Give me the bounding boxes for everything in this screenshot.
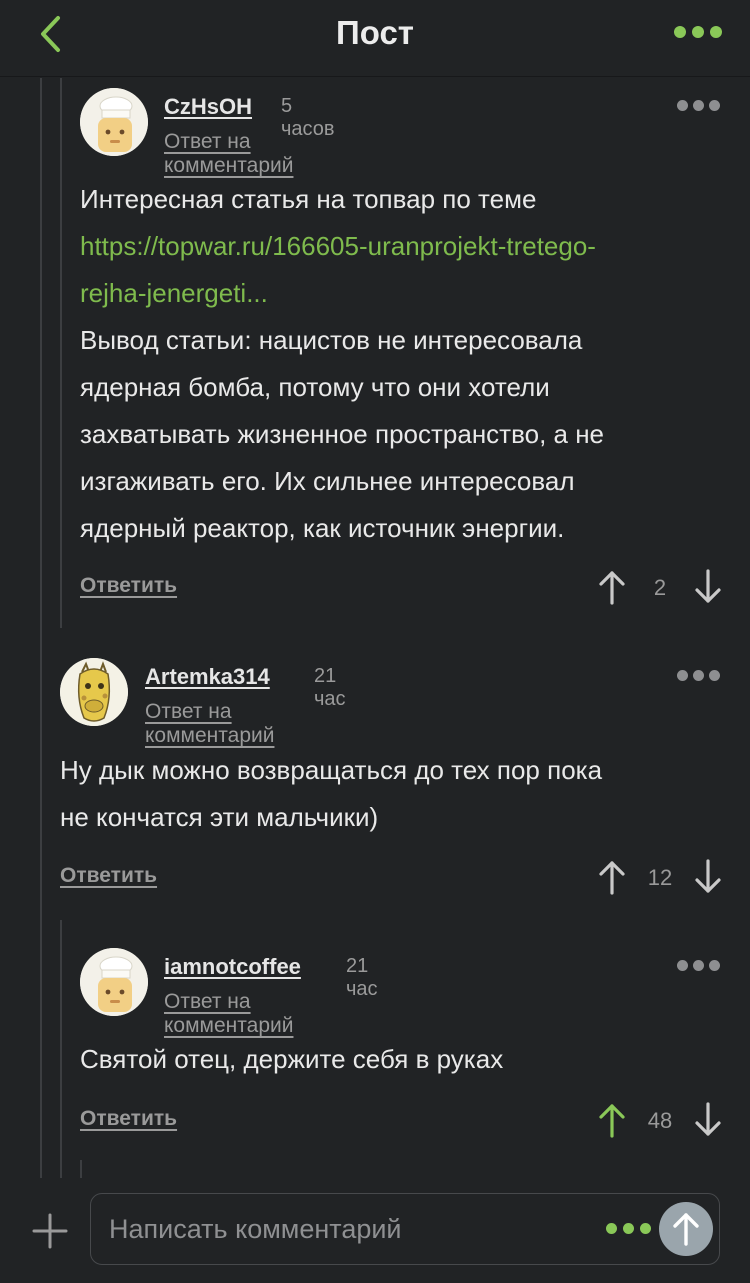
upvote-arrow-icon[interactable] [597,569,627,605]
comment-body: Святой отец, держите себя в руках [80,1036,730,1083]
reply-to-link[interactable]: Ответ на комментарий [145,700,274,748]
downvote-arrow-icon[interactable] [693,569,723,605]
attach-plus-icon[interactable] [32,1213,68,1249]
comment-rating: 2 [653,575,667,600]
reply-button[interactable]: Ответить [80,574,177,598]
downvote-arrow-icon[interactable] [693,859,723,895]
comment-text-line: Святой отец, держите себя в руках [80,1044,504,1074]
reply-to-link[interactable]: Ответ на комментарий [164,990,293,1038]
chef-avatar-icon [80,88,148,156]
comment-body: Ну дык можно возвращаться до тех пор пок… [60,747,730,841]
page-title: Пост [336,14,414,51]
comment-rating: 12 [647,865,673,890]
comment-author[interactable]: iamnotcoffee [164,954,301,980]
arrow-up-icon [673,1213,699,1246]
comment-text-line: ядерная бомба, потому что они хотели [80,372,550,402]
comment-input[interactable]: Написать комментарий [90,1193,720,1265]
upvote-arrow-icon[interactable] [597,1102,627,1138]
comment-menu-icon[interactable] [677,100,720,111]
comment-input-placeholder: Написать комментарий [109,1214,402,1244]
upvote-arrow-icon[interactable] [597,859,627,895]
comment-text-line: захватывать жизненное пространство, а не [80,419,605,449]
thread-line [60,920,62,1178]
comment-text-line: ядерный реактор, как источник энергии. [80,513,565,543]
post-menu-icon[interactable] [674,26,722,38]
comment-text-line: Интересная статья на топвар по теме [80,184,537,214]
downvote-arrow-icon[interactable] [693,1102,723,1138]
reply-to-link[interactable]: Ответ на комментарий [164,130,293,178]
thread-line [60,78,62,628]
giraffe-avatar-icon [60,658,128,726]
scroll-up-button[interactable] [659,1202,713,1256]
avatar[interactable] [80,88,148,156]
comment-text-line: Ну дык можно возвращаться до тех пор пок… [60,755,603,785]
top-bar: Пост [0,0,750,77]
comment-author[interactable]: Artemka314 [145,664,270,690]
comment-composer-bar: Написать комментарий [0,1180,750,1283]
composer-menu-icon[interactable] [606,1223,651,1234]
article-link[interactable]: https://topwar.ru/166605-uranprojekt-tre… [80,223,730,270]
article-link-continued[interactable]: rejha-jenergeti... [80,270,730,317]
comment-time: 21 час [346,955,378,1000]
chef-avatar-icon [80,948,148,1016]
comment-text-line: не кончатся эти мальчики) [60,802,379,832]
comment-body: Интересная статья на топвар по теме http… [80,176,730,552]
comment-menu-icon[interactable] [677,670,720,681]
comment-rating: 48 [647,1108,673,1133]
thread-line [80,1160,82,1178]
comment-text-line: Вывод статьи: нацистов не интересовала [80,325,583,355]
comment-author[interactable]: CzHsOH [164,94,252,120]
thread-line [40,78,42,1178]
comment-menu-icon[interactable] [677,960,720,971]
avatar[interactable] [80,948,148,1016]
comment-text-line: изгаживать его. Их сильнее интересовал [80,466,575,496]
reply-button[interactable]: Ответить [80,1107,177,1131]
comment-time: 21 час [314,665,346,710]
avatar[interactable] [60,658,128,726]
reply-button[interactable]: Ответить [60,864,157,888]
